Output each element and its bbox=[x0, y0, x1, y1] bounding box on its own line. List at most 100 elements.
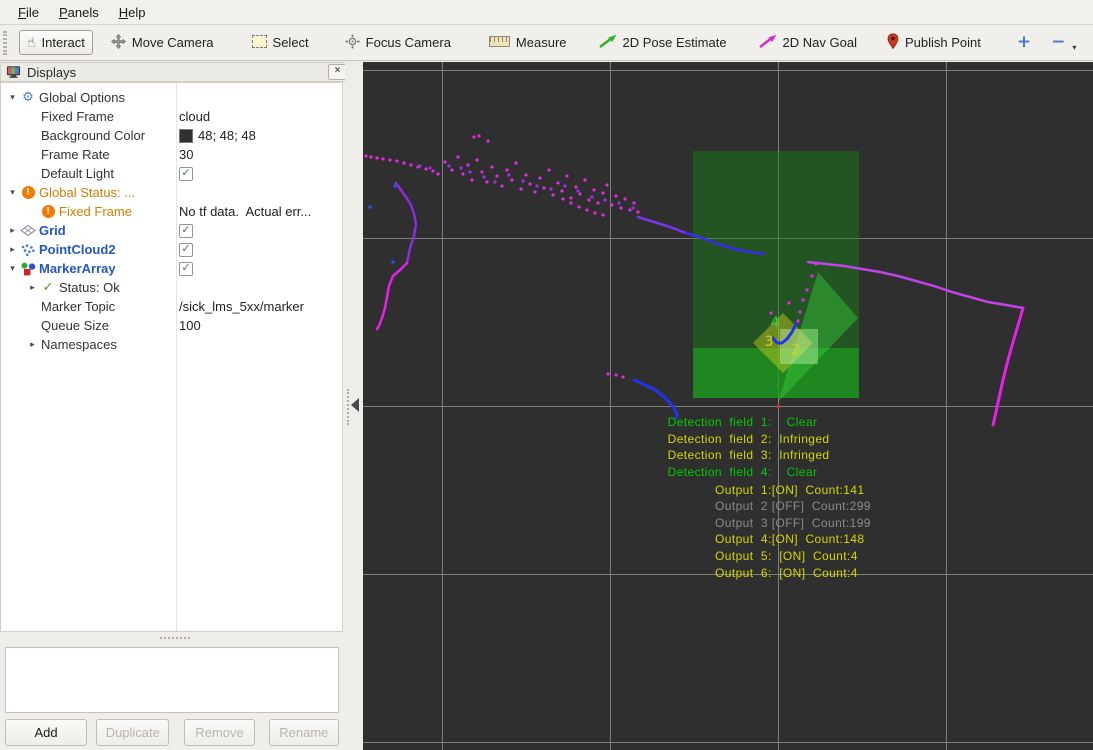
status-overlay-line: Output 4:[ON] Count:148 bbox=[363, 532, 1093, 546]
status-overlay-line: Detection field 2: Infringed bbox=[363, 432, 1093, 446]
tree-row-label: MarkerArray bbox=[39, 261, 116, 276]
tree-row-value[interactable]: No tf data. Actual err... bbox=[179, 202, 311, 221]
menubar: File Panels Help bbox=[0, 0, 1093, 25]
overlay-label: Detection field 3 bbox=[667, 448, 768, 462]
tool-remove-tool[interactable]: − ▾ bbox=[1043, 29, 1084, 57]
overlay-label: Detection field 1 bbox=[667, 415, 768, 429]
render-scene: 4 3 21 bbox=[363, 62, 1093, 750]
tree-row-value[interactable]: ✓ bbox=[179, 259, 193, 278]
tree-row-value[interactable]: 30 bbox=[179, 145, 193, 164]
status-overlay-line: Output 1:[ON] Count:141 bbox=[363, 483, 1093, 497]
overlay-value: : Infringed bbox=[768, 432, 830, 446]
tool-focus-camera[interactable]: Focus Camera bbox=[337, 29, 459, 57]
panel-splitter-handle[interactable] bbox=[160, 637, 190, 643]
checkbox[interactable]: ✓ bbox=[179, 261, 193, 276]
tool-interact[interactable]: ☝ Interact bbox=[19, 30, 93, 55]
tool-label: Focus Camera bbox=[365, 35, 451, 50]
tree-row-label: Grid bbox=[39, 223, 66, 238]
expander-closed-icon[interactable]: ▸ bbox=[26, 283, 39, 293]
tree-row-frame-rate[interactable]: Frame Rate 30 bbox=[1, 145, 342, 164]
color-swatch bbox=[179, 128, 193, 143]
overlay-value: : [ON] Count:4 bbox=[768, 566, 858, 580]
tree-row-label: Global Options bbox=[39, 90, 125, 105]
toolbar: ☝ Interact Move Camera Select Focus Camera Me… bbox=[0, 25, 1093, 61]
value-text: No tf data. Actual err... bbox=[179, 204, 312, 219]
duplicate-button: Duplicate bbox=[96, 719, 170, 746]
tree-row-fixed-frame[interactable]: Fixed Frame cloud bbox=[1, 107, 342, 126]
value-text: 30 bbox=[179, 147, 194, 162]
status-overlay-line: Detection field 3: Infringed bbox=[363, 448, 1093, 462]
collapse-panel-icon[interactable] bbox=[351, 398, 359, 412]
tree-row-value[interactable]: /sick_lms_5xx/marker bbox=[179, 297, 304, 316]
toolbar-drag-handle[interactable] bbox=[3, 30, 7, 55]
overlay-value: [OFF] Count:299 bbox=[768, 499, 871, 513]
overlay-value: : Clear bbox=[768, 415, 818, 429]
tree-row-status-ok[interactable]: ▸ ✓ Status: Ok bbox=[1, 278, 342, 297]
menu-file[interactable]: File bbox=[8, 2, 49, 23]
grid-icon bbox=[19, 224, 37, 237]
vertical-splitter[interactable] bbox=[345, 61, 363, 750]
3d-viewport[interactable]: 4 3 2 1 Detection field 1: Clear Detection fi… bbox=[363, 62, 1093, 750]
tree-row-markerarray[interactable]: ▾ MarkerArray ✓ bbox=[1, 259, 342, 278]
overlay-value: : Infringed bbox=[768, 448, 830, 462]
detection-field-markers bbox=[693, 151, 859, 402]
displays-panel-header[interactable]: Displays × bbox=[0, 62, 351, 82]
tool-2d-nav-goal[interactable]: 2D Nav Goal bbox=[751, 29, 865, 56]
menu-panels[interactable]: Panels bbox=[49, 2, 109, 23]
displays-icon bbox=[4, 65, 22, 79]
tree-row-value[interactable]: 48; 48; 48 bbox=[179, 126, 256, 145]
overlay-value: :[ON] Count:148 bbox=[768, 532, 865, 546]
value-text: cloud bbox=[179, 109, 211, 124]
tool-add-tool[interactable]: + bbox=[1009, 30, 1039, 55]
plus-icon: + bbox=[1016, 32, 1032, 52]
value-text: /sick_lms_5xx/marker bbox=[179, 299, 304, 314]
status-overlay-line: Detection field 4: Clear bbox=[363, 465, 1093, 479]
arrow-green-icon bbox=[598, 34, 617, 51]
overlay-label: Detection field 4 bbox=[667, 465, 768, 479]
tool-publish-point[interactable]: Publish Point bbox=[879, 28, 989, 57]
tree-row-value[interactable]: ✓ bbox=[179, 240, 193, 259]
tree-row-value[interactable]: ✓ bbox=[179, 164, 193, 183]
tree-row-value[interactable]: 100 bbox=[179, 316, 201, 335]
displays-tree: ▾ ⚙ Global Options Fixed Frame cloud Backgrou… bbox=[0, 82, 343, 632]
tree-row-label: Fixed Frame bbox=[41, 109, 114, 124]
tool-select[interactable]: Select bbox=[244, 30, 317, 56]
description-box bbox=[5, 647, 339, 713]
checkbox[interactable]: ✓ bbox=[179, 223, 193, 238]
tool-move-camera[interactable]: Move Camera bbox=[103, 29, 222, 57]
tree-row-fixed-frame[interactable]: ! Fixed Frame No tf data. Actual err... bbox=[1, 202, 342, 221]
checkbox[interactable]: ✓ bbox=[179, 166, 193, 181]
tree-row-value[interactable]: cloud bbox=[179, 107, 210, 126]
tool-2d-pose-estimate[interactable]: 2D Pose Estimate bbox=[591, 29, 735, 56]
tree-row-namespaces[interactable]: ▸ Namespaces bbox=[1, 335, 342, 354]
gear-icon: ⚙ bbox=[22, 90, 34, 105]
tree-row-default-light[interactable]: Default Light ✓ bbox=[1, 164, 342, 183]
tree-row-queue-size[interactable]: Queue Size 100 bbox=[1, 316, 342, 335]
tree-row-value[interactable]: ✓ bbox=[179, 221, 193, 240]
checkbox[interactable]: ✓ bbox=[179, 242, 193, 257]
tree-row-global-options[interactable]: ▾ ⚙ Global Options bbox=[1, 88, 342, 107]
tree-row-global-status[interactable]: ▾! Global Status: ... bbox=[1, 183, 342, 202]
tree-row-grid[interactable]: ▸ Grid ✓ bbox=[1, 221, 342, 240]
rviz-window: File Panels Help ☝ Interact Move Camera Selec… bbox=[0, 0, 1093, 750]
expander-open-icon[interactable]: ▾ bbox=[6, 93, 19, 103]
expander-closed-icon[interactable]: ▸ bbox=[6, 226, 19, 236]
status-overlay-line: Output 5: [ON] Count:4 bbox=[363, 549, 1093, 563]
expander-open-icon[interactable]: ▾ bbox=[6, 264, 19, 274]
menu-help[interactable]: Help bbox=[109, 2, 156, 23]
tree-row-marker-topic[interactable]: Marker Topic/sick_lms_5xx/marker bbox=[1, 297, 342, 316]
dropdown-caret-icon[interactable]: ▾ bbox=[1072, 43, 1076, 52]
expander-open-icon[interactable]: ▾ bbox=[6, 188, 19, 198]
status-overlay-line: Detection field 1: Clear bbox=[363, 415, 1093, 429]
tool-visibility[interactable]: ▾ bbox=[1088, 29, 1093, 57]
add-button[interactable]: Add bbox=[5, 719, 88, 746]
tool-label: 2D Pose Estimate bbox=[622, 35, 727, 50]
field-number-label: 4 bbox=[771, 315, 780, 331]
tool-label: Interact bbox=[41, 35, 85, 50]
tree-row-background-color[interactable]: Background Color 48; 48; 48 bbox=[1, 126, 342, 145]
overlay-label: Detection field 2 bbox=[667, 432, 768, 446]
tree-row-pointcloud2[interactable]: ▸ PointCloud2 ✓ bbox=[1, 240, 342, 259]
expander-closed-icon[interactable]: ▸ bbox=[26, 340, 39, 350]
tool-measure[interactable]: Measure bbox=[481, 30, 575, 55]
expander-closed-icon[interactable]: ▸ bbox=[6, 245, 19, 255]
